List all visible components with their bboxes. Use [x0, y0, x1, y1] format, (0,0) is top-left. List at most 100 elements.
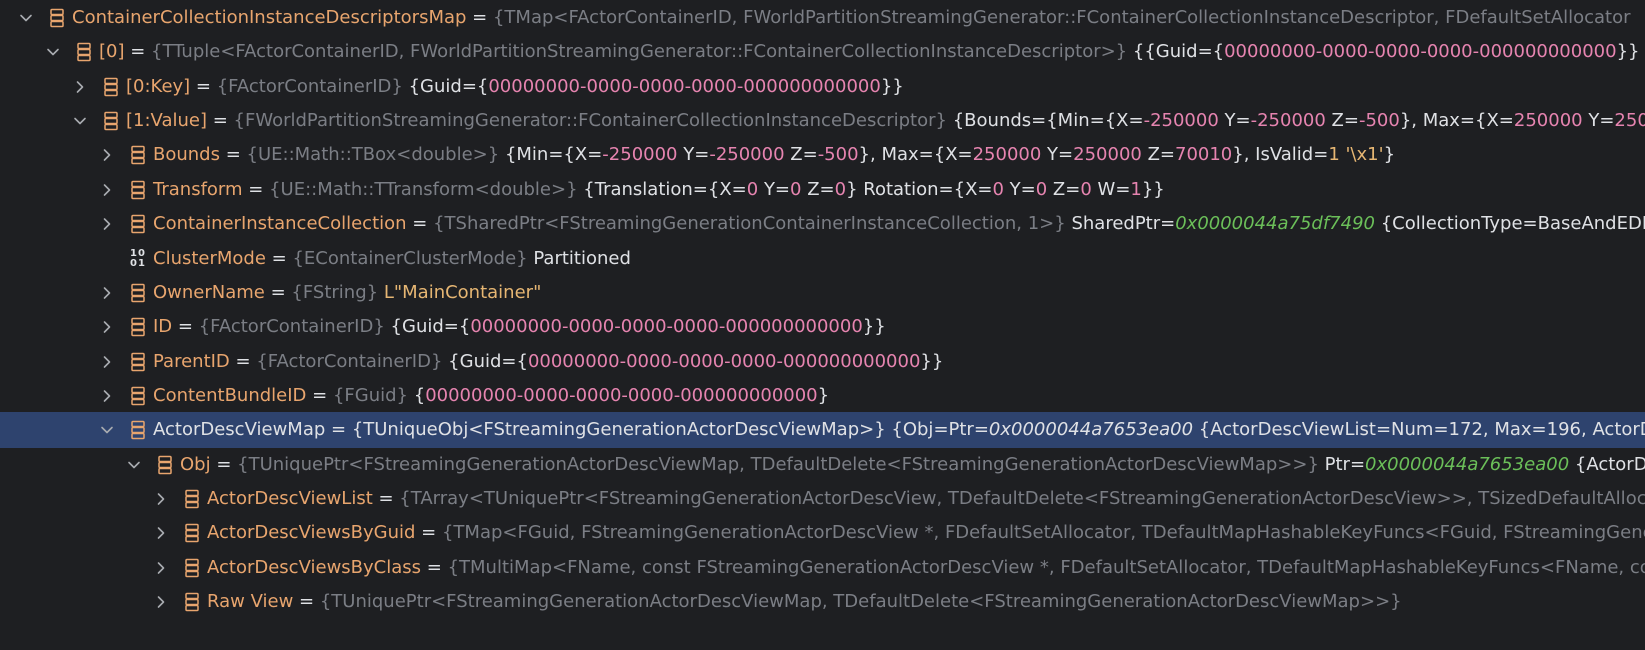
variable-type: {FString} [291, 282, 379, 303]
tree-row[interactable]: OwnerName = {FString} L"MainContainer" [0, 275, 1645, 311]
value-segment: {CollectionType=BaseAndEDLs} [1375, 213, 1645, 234]
chevron-down-icon[interactable] [43, 34, 63, 70]
value-segment: {Min={X= [504, 144, 603, 165]
chevron-right-icon[interactable] [97, 137, 117, 173]
tree-row[interactable]: ContentBundleID = {FGuid} {00000000-0000… [0, 378, 1645, 414]
variable-value: {Min={X=-250000 Y=-250000 Z=-500}, Max={… [505, 144, 1395, 165]
tree-row[interactable]: Obj = {TUniquePtr<FStreamingGenerationAc… [0, 447, 1645, 483]
value-segment: }, Max={X= [858, 144, 973, 165]
equals-sign: = [207, 110, 234, 131]
value-segment: Partitioned [533, 248, 631, 269]
equals-sign: = [190, 76, 217, 97]
variable-value: {Translation={X=0 Y=0 Z=0} Rotation={X=0… [583, 179, 1164, 200]
chevron-right-icon[interactable] [151, 481, 171, 517]
debugger-variables-tree[interactable]: ContainerCollectionInstanceDescriptorsMa… [0, 0, 1645, 650]
value-segment: { [413, 385, 426, 406]
value-segment: -500 [817, 144, 859, 165]
value-segment: 250000 [1614, 110, 1645, 131]
tree-row[interactable]: ActorDescViewMap = {TUniqueObj<FStreamin… [0, 412, 1645, 448]
value-segment: 0x0000044a75df7490 [1175, 213, 1375, 234]
equals-sign: = [306, 385, 333, 406]
chevron-down-icon[interactable] [16, 0, 36, 36]
chevron-right-icon[interactable] [151, 515, 171, 551]
variable-value: Partitioned [533, 248, 631, 269]
tree-row[interactable]: Raw View = {TUniquePtr<FStreamingGenerat… [0, 584, 1645, 620]
variable-value: {Guid={00000000-0000-0000-0000-000000000… [448, 351, 943, 372]
value-segment: 0 [1080, 179, 1092, 200]
variable-name: ClusterMode [153, 248, 266, 269]
variable-type: {FActorContainerID} [256, 351, 443, 372]
variable-value: {Guid={00000000-0000-0000-0000-000000000… [391, 316, 886, 337]
field-icon [127, 378, 149, 414]
value-segment: -250000 [1143, 110, 1219, 131]
tree-row[interactable]: ActorDescViewsByClass = {TMultiMap<FName… [0, 550, 1645, 586]
variable-type: {UE::Math::TTransform<double>} [269, 179, 578, 200]
field-icon [127, 309, 149, 345]
value-segment: Z= [1047, 179, 1081, 200]
field-icon [181, 481, 203, 517]
tree-row[interactable]: [1:Value] = {FWorldPartitionStreamingGen… [0, 103, 1645, 139]
value-segment: }} [920, 351, 944, 372]
equals-sign: = [372, 488, 400, 509]
value-segment: W= [1091, 179, 1131, 200]
value-segment: 0 [746, 179, 759, 200]
value-segment: {{Guid={ [1132, 41, 1225, 62]
value-segment: }, IsValid= [1232, 144, 1329, 165]
variable-name: Transform [153, 179, 243, 200]
value-segment: Z= [1325, 110, 1359, 131]
value-segment: {Guid={ [408, 76, 489, 97]
variable-type: {FActorContainerID} [216, 76, 403, 97]
variable-type: {UE::Math::TBox<double>} [246, 144, 500, 165]
variable-name: ContainerCollectionInstanceDescriptorsMa… [72, 7, 467, 28]
equals-sign: = [466, 7, 493, 28]
value-segment: 00000000-0000-0000-0000-000000000000 [527, 351, 921, 372]
tree-row[interactable]: ContainerCollectionInstanceDescriptorsMa… [0, 0, 1645, 36]
chevron-right-icon[interactable] [151, 550, 171, 586]
chevron-down-icon[interactable] [70, 103, 90, 139]
tree-row[interactable]: ActorDescViewList = {TArray<TUniquePtr<F… [0, 481, 1645, 517]
tree-row[interactable]: Bounds = {UE::Math::TBox<double>} {Min={… [0, 137, 1645, 173]
variable-value: {Guid={00000000-0000-0000-0000-000000000… [409, 76, 904, 97]
variable-type: {TUniqueObj<FStreamingGenerationActorDes… [351, 419, 886, 440]
field-icon [181, 550, 203, 586]
variable-type: {TMap<FGuid, FStreamingGenerationActorDe… [441, 522, 1645, 543]
value-segment: {Bounds={Min={X= [952, 110, 1144, 131]
tree-row[interactable]: Transform = {UE::Math::TTransform<double… [0, 172, 1645, 208]
equals-sign: = [421, 557, 448, 578]
chevron-right-icon[interactable] [70, 69, 90, 105]
tree-row[interactable]: 10 01 ClusterMode = {EContainerClusterMode… [0, 241, 1645, 277]
equals-sign: = [229, 351, 257, 372]
variable-name: ContentBundleID [153, 385, 307, 406]
field-icon [127, 172, 149, 208]
tree-row[interactable]: ID = {FActorContainerID} {Guid={00000000… [0, 309, 1645, 345]
tree-row[interactable]: ParentID = {FActorContainerID} {Guid={00… [0, 344, 1645, 380]
chevron-right-icon[interactable] [97, 172, 117, 208]
chevron-right-icon[interactable] [97, 206, 117, 242]
chevron-down-icon[interactable] [97, 412, 117, 448]
value-segment: {Guid={ [390, 316, 471, 337]
equals-sign: = [406, 213, 434, 234]
value-segment: 1 [1130, 179, 1142, 200]
tree-row[interactable]: ActorDescViewsByGuid = {TMap<FGuid, FStr… [0, 515, 1645, 551]
tree-row[interactable]: [0:Key] = {FActorContainerID} {Guid={000… [0, 69, 1645, 105]
variable-name: Raw View [207, 591, 294, 612]
field-icon [127, 206, 149, 242]
tree-row[interactable]: ContainerInstanceCollection = {TSharedPt… [0, 206, 1645, 242]
chevron-right-icon[interactable] [97, 378, 117, 414]
chevron-right-icon[interactable] [97, 309, 117, 345]
value-segment: -250000 [602, 144, 678, 165]
chevron-down-icon[interactable] [124, 447, 144, 483]
value-segment: 250000 [1513, 110, 1583, 131]
value-segment: 0 [992, 179, 1004, 200]
value-segment: 00000000-0000-0000-0000-000000000000 [425, 385, 818, 406]
value-segment: }} [1141, 179, 1165, 200]
value-segment: } [1383, 144, 1396, 165]
chevron-right-icon[interactable] [97, 344, 117, 380]
chevron-right-icon[interactable] [151, 584, 171, 620]
value-segment: 00000000-0000-0000-0000-000000000000 [470, 316, 863, 337]
variable-name: Bounds [153, 144, 220, 165]
chevron-right-icon[interactable] [97, 275, 117, 311]
tree-row[interactable]: [0] = {TTuple<FActorContainerID, FWorldP… [0, 34, 1645, 70]
value-segment: Y= [1218, 110, 1251, 131]
value-segment: -250000 [1250, 110, 1326, 131]
